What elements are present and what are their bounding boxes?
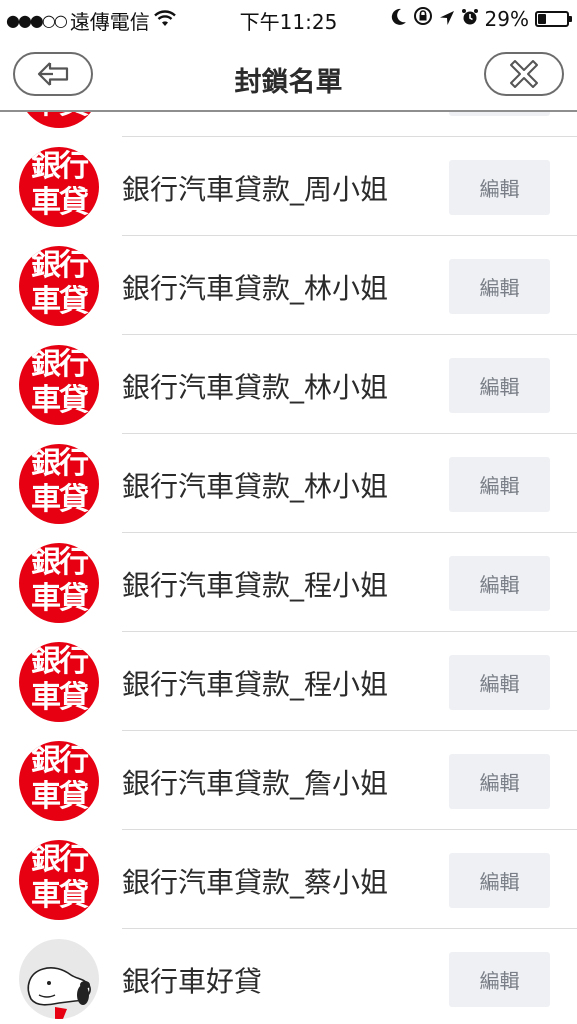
close-button[interactable] <box>484 52 564 96</box>
snoopy-avatar <box>19 939 99 1019</box>
avatar-logo-text: 車貸 <box>31 581 89 616</box>
contact-name: 銀行汽車貸款_蔡小姐 <box>122 866 389 899</box>
edit-button[interactable]: 編輯 <box>449 457 550 512</box>
contact-row[interactable]: 銀行 車貸 銀行汽車貸款_周小姐 編輯 <box>0 137 577 236</box>
blocked-contacts-list-inner: 銀行車貸編輯銀行車貸銀行汽車貸款_周小姐編輯銀行車貸銀行汽車貸款_林小姐編輯銀行… <box>0 112 577 1024</box>
bank-car-loan-logo: 銀行車貸 <box>19 345 99 425</box>
edit-button[interactable]: 編輯 <box>449 754 550 809</box>
status-right: 29% <box>391 6 572 31</box>
contact-name: 銀行車好貸 <box>122 965 263 998</box>
status-bar: ●●●○○ 遠傳電信 下午11:25 29% <box>0 0 577 38</box>
avatar-logo-text: 車貸 <box>31 482 89 517</box>
bank-car-loan-logo: 銀行車貸 <box>19 741 99 821</box>
avatar-logo-text: 銀行 <box>31 446 89 481</box>
edit-button[interactable]: 編輯 <box>449 853 550 908</box>
avatar-logo-text: 車貸 <box>31 878 89 913</box>
avatar-logo-text: 銀行 <box>31 347 89 382</box>
avatar-logo-text: 銀行 <box>31 743 89 778</box>
contact-row[interactable]: 銀行車好貸 編輯 <box>0 929 577 1024</box>
edit-button[interactable]: 編輯 <box>449 655 550 710</box>
close-icon <box>510 60 538 88</box>
navigation-bar: 封鎖名單 <box>0 38 577 112</box>
bank-car-loan-logo: 銀行車貸 <box>19 147 99 227</box>
contact-row[interactable]: 銀行 車貸 銀行汽車貸款_詹小姐 編輯 <box>0 731 577 830</box>
contact-row[interactable]: 銀行 車貸 銀行汽車貸款_程小姐 編輯 <box>0 632 577 731</box>
contact-row[interactable]: 銀行 車貸 銀行汽車貸款_程小姐 編輯 <box>0 533 577 632</box>
edit-button[interactable]: 編輯 <box>449 358 550 413</box>
bank-car-loan-logo: 銀行車貸 <box>19 543 99 623</box>
bank-car-loan-logo: 銀行車貸 <box>19 642 99 722</box>
avatar-logo-text: 車貸 <box>31 284 89 319</box>
contact-row[interactable]: 銀行車貸 編輯 <box>0 112 577 137</box>
avatar-logo-text: 銀行 <box>31 248 89 283</box>
avatar-logo-text: 銀行 <box>31 842 89 877</box>
edit-button[interactable]: 編輯 <box>449 112 550 116</box>
blocked-contacts-list[interactable]: 銀行車貸編輯銀行車貸銀行汽車貸款_周小姐編輯銀行車貸銀行汽車貸款_林小姐編輯銀行… <box>0 112 577 1024</box>
battery-level <box>538 13 546 24</box>
contact-row[interactable]: 銀行 車貸 銀行汽車貸款_林小姐 編輯 <box>0 335 577 434</box>
alarm-icon <box>461 7 479 31</box>
contact-name: 銀行汽車貸款_林小姐 <box>122 272 389 305</box>
contact-name: 銀行汽車貸款_程小姐 <box>122 668 389 701</box>
contact-row[interactable]: 銀行 車貸 銀行汽車貸款_蔡小姐 編輯 <box>0 830 577 929</box>
avatar-logo-text: 車貸 <box>31 680 89 715</box>
contact-name: 銀行汽車貸款_周小姐 <box>122 173 389 206</box>
contact-name: 銀行汽車貸款_林小姐 <box>122 371 389 404</box>
location-icon <box>439 7 455 31</box>
rotation-lock-icon <box>413 6 433 31</box>
moon-icon <box>391 7 407 31</box>
bank-car-loan-logo: 銀行車貸 <box>19 840 99 920</box>
bank-car-loan-logo: 銀行車貸 <box>19 112 99 128</box>
edit-button[interactable]: 編輯 <box>449 259 550 314</box>
edit-button[interactable]: 編輯 <box>449 952 550 1007</box>
avatar-logo-text: 車貸 <box>31 779 89 814</box>
contact-name: 銀行汽車貸款_林小姐 <box>122 470 389 503</box>
bank-car-loan-logo: 銀行車貸 <box>19 444 99 524</box>
avatar-logo-text: 車貸 <box>31 185 89 220</box>
avatar-logo-text: 車貸 <box>31 383 89 418</box>
avatar-logo-text: 銀行 <box>31 644 89 679</box>
contact-name: 銀行汽車貸款_詹小姐 <box>122 767 389 800</box>
avatar-logo-text: 車貸 <box>19 112 99 122</box>
edit-button[interactable]: 編輯 <box>449 556 550 611</box>
bank-car-loan-logo: 銀行車貸 <box>19 246 99 326</box>
battery-percent: 29% <box>484 6 529 31</box>
battery-icon <box>535 10 572 27</box>
avatar-logo-text: 銀行 <box>31 545 89 580</box>
contact-row[interactable]: 銀行 車貸 銀行汽車貸款_林小姐 編輯 <box>0 434 577 533</box>
edit-button[interactable]: 編輯 <box>449 160 550 215</box>
avatar-logo-text: 銀行 <box>31 149 89 184</box>
contact-name: 銀行汽車貸款_程小姐 <box>122 569 389 602</box>
contact-row[interactable]: 銀行 車貸 銀行汽車貸款_林小姐 編輯 <box>0 236 577 335</box>
